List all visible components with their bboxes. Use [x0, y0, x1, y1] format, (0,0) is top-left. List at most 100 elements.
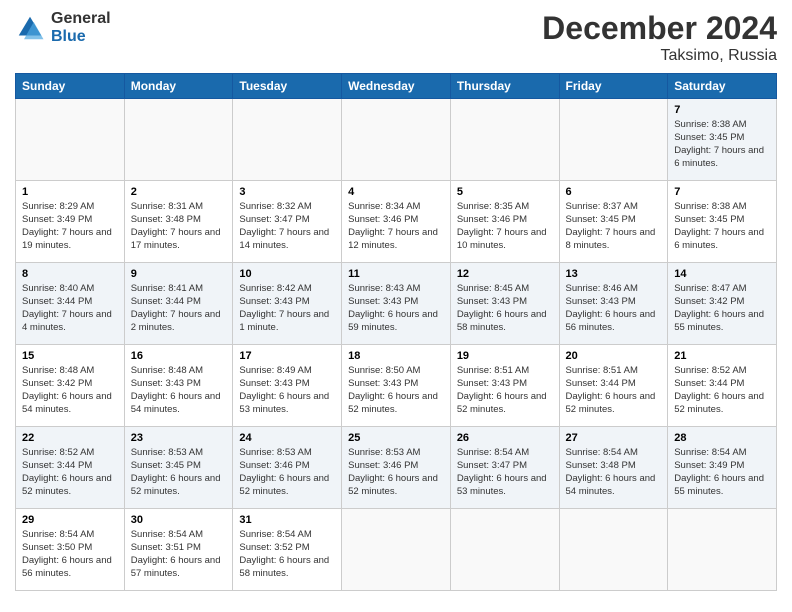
day-info-7b: Sunrise: 8:38 AMSunset: 3:45 PMDaylight:…	[674, 201, 770, 252]
header-row-days: Sunday Monday Tuesday Wednesday Thursday…	[16, 74, 777, 99]
day-28: 28 Sunrise: 8:54 AMSunset: 3:49 PMDaylig…	[668, 427, 777, 509]
calendar-table: Sunday Monday Tuesday Wednesday Thursday…	[15, 73, 777, 591]
day-13: 13 Sunrise: 8:46 AMSunset: 3:43 PMDaylig…	[559, 263, 668, 345]
day-31: 31 Sunrise: 8:54 AMSunset: 3:52 PMDaylig…	[233, 509, 342, 591]
empty-cell	[559, 509, 668, 591]
day-27: 27 Sunrise: 8:54 AMSunset: 3:48 PMDaylig…	[559, 427, 668, 509]
day-4: 4 Sunrise: 8:34 AMSunset: 3:46 PMDayligh…	[342, 181, 451, 263]
day-15: 15 Sunrise: 8:48 AMSunset: 3:42 PMDaylig…	[16, 345, 125, 427]
day-8: 8 Sunrise: 8:40 AMSunset: 3:44 PMDayligh…	[16, 263, 125, 345]
day-num-17: 17	[239, 349, 335, 364]
title-block: December 2024 Taksimo, Russia	[542, 10, 777, 65]
day-num-1: 1	[22, 185, 118, 200]
day-10: 10 Sunrise: 8:42 AMSunset: 3:43 PMDaylig…	[233, 263, 342, 345]
day-info-20: Sunrise: 8:51 AMSunset: 3:44 PMDaylight:…	[566, 365, 662, 416]
week-5: 22 Sunrise: 8:52 AMSunset: 3:44 PMDaylig…	[16, 427, 777, 509]
day-info-11: Sunrise: 8:43 AMSunset: 3:43 PMDaylight:…	[348, 283, 444, 334]
day-num-18: 18	[348, 349, 444, 364]
day-num-7: 7	[674, 103, 770, 118]
day-info-16: Sunrise: 8:48 AMSunset: 3:43 PMDaylight:…	[131, 365, 227, 416]
day-info-10: Sunrise: 8:42 AMSunset: 3:43 PMDaylight:…	[239, 283, 335, 334]
day-info-7: Sunrise: 8:38 AMSunset: 3:45 PMDaylight:…	[674, 119, 770, 170]
day-19: 19 Sunrise: 8:51 AMSunset: 3:43 PMDaylig…	[450, 345, 559, 427]
day-num-3: 3	[239, 185, 335, 200]
day-3: 3 Sunrise: 8:32 AMSunset: 3:47 PMDayligh…	[233, 181, 342, 263]
day-info-4: Sunrise: 8:34 AMSunset: 3:46 PMDaylight:…	[348, 201, 444, 252]
day-num-21: 21	[674, 349, 770, 364]
day-info-26: Sunrise: 8:54 AMSunset: 3:47 PMDaylight:…	[457, 447, 553, 498]
day-24: 24 Sunrise: 8:53 AMSunset: 3:46 PMDaylig…	[233, 427, 342, 509]
day-11: 11 Sunrise: 8:43 AMSunset: 3:43 PMDaylig…	[342, 263, 451, 345]
day-30: 30 Sunrise: 8:54 AMSunset: 3:51 PMDaylig…	[124, 509, 233, 591]
location-title: Taksimo, Russia	[542, 47, 777, 65]
day-num-4: 4	[348, 185, 444, 200]
col-tuesday: Tuesday	[233, 74, 342, 99]
week-6: 29 Sunrise: 8:54 AMSunset: 3:50 PMDaylig…	[16, 509, 777, 591]
day-info-29: Sunrise: 8:54 AMSunset: 3:50 PMDaylight:…	[22, 529, 118, 580]
col-sunday: Sunday	[16, 74, 125, 99]
main-container: General Blue December 2024 Taksimo, Russ…	[0, 0, 792, 601]
col-monday: Monday	[124, 74, 233, 99]
day-num-13: 13	[566, 267, 662, 282]
week-4: 15 Sunrise: 8:48 AMSunset: 3:42 PMDaylig…	[16, 345, 777, 427]
day-info-12: Sunrise: 8:45 AMSunset: 3:43 PMDaylight:…	[457, 283, 553, 334]
day-info-3: Sunrise: 8:32 AMSunset: 3:47 PMDaylight:…	[239, 201, 335, 252]
day-info-13: Sunrise: 8:46 AMSunset: 3:43 PMDaylight:…	[566, 283, 662, 334]
day-num-23: 23	[131, 431, 227, 446]
empty-cell	[450, 509, 559, 591]
day-num-8: 8	[22, 267, 118, 282]
day-num-14: 14	[674, 267, 770, 282]
day-num-29: 29	[22, 513, 118, 528]
day-num-19: 19	[457, 349, 553, 364]
day-num-28: 28	[674, 431, 770, 446]
logo-icon	[15, 13, 45, 43]
empty-cell	[450, 99, 559, 181]
day-info-22: Sunrise: 8:52 AMSunset: 3:44 PMDaylight:…	[22, 447, 118, 498]
day-info-18: Sunrise: 8:50 AMSunset: 3:43 PMDaylight:…	[348, 365, 444, 416]
day-info-2: Sunrise: 8:31 AMSunset: 3:48 PMDaylight:…	[131, 201, 227, 252]
day-20: 20 Sunrise: 8:51 AMSunset: 3:44 PMDaylig…	[559, 345, 668, 427]
day-info-30: Sunrise: 8:54 AMSunset: 3:51 PMDaylight:…	[131, 529, 227, 580]
header-row: General Blue December 2024 Taksimo, Russ…	[15, 10, 777, 65]
day-info-25: Sunrise: 8:53 AMSunset: 3:46 PMDaylight:…	[348, 447, 444, 498]
day-9: 9 Sunrise: 8:41 AMSunset: 3:44 PMDayligh…	[124, 263, 233, 345]
empty-cell	[342, 99, 451, 181]
day-num-24: 24	[239, 431, 335, 446]
day-num-31: 31	[239, 513, 335, 528]
day-7: 7 Sunrise: 8:38 AMSunset: 3:45 PMDayligh…	[668, 99, 777, 181]
day-info-6: Sunrise: 8:37 AMSunset: 3:45 PMDaylight:…	[566, 201, 662, 252]
day-num-27: 27	[566, 431, 662, 446]
day-num-7b: 7	[674, 185, 770, 200]
day-14: 14 Sunrise: 8:47 AMSunset: 3:42 PMDaylig…	[668, 263, 777, 345]
day-17: 17 Sunrise: 8:49 AMSunset: 3:43 PMDaylig…	[233, 345, 342, 427]
day-info-17: Sunrise: 8:49 AMSunset: 3:43 PMDaylight:…	[239, 365, 335, 416]
day-23: 23 Sunrise: 8:53 AMSunset: 3:45 PMDaylig…	[124, 427, 233, 509]
day-num-9: 9	[131, 267, 227, 282]
day-num-25: 25	[348, 431, 444, 446]
day-7b: 7 Sunrise: 8:38 AMSunset: 3:45 PMDayligh…	[668, 181, 777, 263]
day-num-10: 10	[239, 267, 335, 282]
logo-blue-text: Blue	[51, 28, 111, 46]
day-22: 22 Sunrise: 8:52 AMSunset: 3:44 PMDaylig…	[16, 427, 125, 509]
logo-general-text: General	[51, 10, 111, 28]
empty-cell	[124, 99, 233, 181]
logo: General Blue	[15, 10, 111, 45]
day-info-1: Sunrise: 8:29 AMSunset: 3:49 PMDaylight:…	[22, 201, 118, 252]
day-num-16: 16	[131, 349, 227, 364]
empty-cell	[668, 509, 777, 591]
day-info-27: Sunrise: 8:54 AMSunset: 3:48 PMDaylight:…	[566, 447, 662, 498]
day-num-22: 22	[22, 431, 118, 446]
day-25: 25 Sunrise: 8:53 AMSunset: 3:46 PMDaylig…	[342, 427, 451, 509]
day-num-26: 26	[457, 431, 553, 446]
day-num-15: 15	[22, 349, 118, 364]
empty-cell	[16, 99, 125, 181]
day-info-9: Sunrise: 8:41 AMSunset: 3:44 PMDaylight:…	[131, 283, 227, 334]
month-title: December 2024	[542, 10, 777, 47]
week-3: 8 Sunrise: 8:40 AMSunset: 3:44 PMDayligh…	[16, 263, 777, 345]
day-5: 5 Sunrise: 8:35 AMSunset: 3:46 PMDayligh…	[450, 181, 559, 263]
day-info-15: Sunrise: 8:48 AMSunset: 3:42 PMDaylight:…	[22, 365, 118, 416]
day-num-12: 12	[457, 267, 553, 282]
day-6: 6 Sunrise: 8:37 AMSunset: 3:45 PMDayligh…	[559, 181, 668, 263]
day-info-5: Sunrise: 8:35 AMSunset: 3:46 PMDaylight:…	[457, 201, 553, 252]
day-info-28: Sunrise: 8:54 AMSunset: 3:49 PMDaylight:…	[674, 447, 770, 498]
